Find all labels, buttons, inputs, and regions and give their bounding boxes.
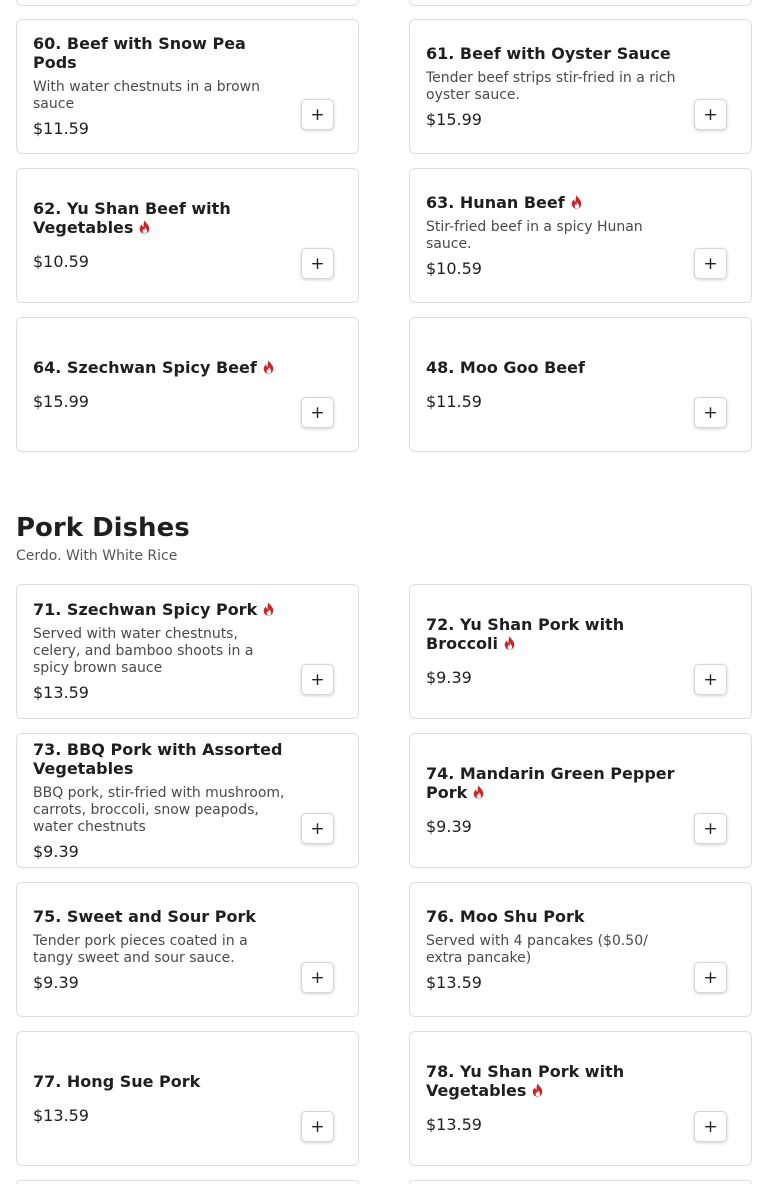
menu-item-description: BBQ pork, stir-fried with mushroom, carr… xyxy=(33,784,285,835)
menu-item-price: $10.59 xyxy=(426,258,482,278)
menu-item-price: $13.59 xyxy=(426,972,482,992)
menu-item-card[interactable]: 71. Szechwan Spicy Pork Served with wate… xyxy=(16,584,359,719)
menu-item-description: Served with 4 pancakes ($0.50/ extra pan… xyxy=(426,932,648,966)
menu-item-card[interactable]: 74. Mandarin Green Pepper Pork $9.39 + xyxy=(409,733,752,868)
menu-item-price: $15.99 xyxy=(426,109,482,129)
menu-item-description: Served with water chestnuts, celery, and… xyxy=(33,626,254,676)
add-to-cart-button[interactable]: + xyxy=(301,397,334,428)
spicy-flame-icon xyxy=(570,194,583,209)
menu-item-price: $9.39 xyxy=(426,668,472,687)
menu-item-card[interactable]: 78. Yu Shan Pork with Vegetables $13.59 … xyxy=(409,1031,752,1166)
menu-item-title: 61. Beef with Oyster Sauce xyxy=(426,43,671,63)
menu-item-card[interactable]: 73. BBQ Pork with Assorted Vegetables BB… xyxy=(16,733,359,868)
menu-item-card[interactable]: 76. Moo Shu Pork Served with 4 pancakes … xyxy=(409,882,752,1017)
menu-item-title: 77. Hong Sue Pork xyxy=(33,1071,201,1091)
spicy-flame-icon xyxy=(138,220,151,234)
spicy-flame-icon xyxy=(503,636,516,650)
add-to-cart-button[interactable]: + xyxy=(694,664,727,695)
add-to-cart-button[interactable]: + xyxy=(301,248,334,279)
menu-item-card[interactable]: 61. Beef with Oyster Sauce Tender beef s… xyxy=(409,19,752,154)
menu-item-title: 63. Hunan Beef xyxy=(426,193,681,212)
menu-item-card[interactable]: 48. Moo Goo Beef $11.59 + xyxy=(409,317,752,452)
add-to-cart-button[interactable]: + xyxy=(301,962,334,993)
spicy-flame-icon xyxy=(531,1083,544,1097)
menu-item-price: $11.59 xyxy=(426,391,482,411)
menu-item-title: 78. Yu Shan Pork with Vegetables xyxy=(426,1062,625,1100)
menu-item-price: $13.59 xyxy=(426,1115,482,1134)
menu-item-title: 76. Moo Shu Pork xyxy=(426,906,585,926)
menu-item-card[interactable]: 60. Beef with Snow Pea Pods With water c… xyxy=(16,19,359,154)
menu-item-card-partial[interactable] xyxy=(409,1180,752,1184)
menu-item-card-partial[interactable] xyxy=(16,0,359,6)
menu-item-card-partial[interactable] xyxy=(409,0,752,6)
menu-item-title: 62. Yu Shan Beef with Vegetables xyxy=(33,199,231,237)
menu-item-price: $10.59 xyxy=(33,252,89,271)
spicy-flame-icon xyxy=(262,359,275,374)
menu-item-title: 64. Szechwan Spicy Beef xyxy=(33,358,288,377)
menu-item-price: $13.59 xyxy=(33,683,89,702)
menu-item-title: 48. Moo Goo Beef xyxy=(426,357,585,377)
menu-item-description: Stir-fried beef in a spicy Hunan sauce. xyxy=(426,218,643,252)
menu-item-title: 71. Szechwan Spicy Pork xyxy=(33,600,288,619)
menu-item-card[interactable]: 63. Hunan Beef Stir-fried beef in a spic… xyxy=(409,168,752,303)
menu-item-price: $9.39 xyxy=(33,972,79,992)
menu-item-description: Tender pork pieces coated in a tangy swe… xyxy=(33,932,248,966)
section-title: Pork Dishes xyxy=(16,513,190,543)
menu-item-price: $9.39 xyxy=(426,817,472,836)
section-subtitle: Cerdo. With White Rice xyxy=(16,548,178,564)
add-to-cart-button[interactable]: + xyxy=(301,1111,334,1142)
menu-item-title: 72. Yu Shan Pork with Broccoli xyxy=(426,615,625,653)
add-to-cart-button[interactable]: + xyxy=(301,99,334,130)
menu-item-price: $15.99 xyxy=(33,391,89,411)
menu-item-card[interactable]: 64. Szechwan Spicy Beef $15.99 + xyxy=(16,317,359,452)
spicy-flame-icon xyxy=(262,602,275,616)
add-to-cart-button[interactable]: + xyxy=(301,813,334,844)
spicy-flame-icon xyxy=(472,785,485,799)
menu-item-price: $9.39 xyxy=(33,841,79,861)
menu-item-price: $13.59 xyxy=(33,1105,89,1125)
menu-item-title: 60. Beef with Snow Pea Pods xyxy=(33,34,246,72)
menu-item-title: 75. Sweet and Sour Pork xyxy=(33,906,256,926)
add-to-cart-button[interactable]: + xyxy=(694,248,727,279)
menu-item-title: 73. BBQ Pork with Assorted Vegetables xyxy=(33,739,283,778)
add-to-cart-button[interactable]: + xyxy=(301,664,334,695)
menu-item-card[interactable]: 72. Yu Shan Pork with Broccoli $9.39 + xyxy=(409,584,752,719)
menu-item-description: With water chestnuts in a brown sauce xyxy=(33,79,260,112)
menu-item-title: 74. Mandarin Green Pepper Pork xyxy=(426,764,675,802)
add-to-cart-button[interactable]: + xyxy=(694,813,727,844)
menu-item-card[interactable]: 75. Sweet and Sour Pork Tender pork piec… xyxy=(16,882,359,1017)
menu-item-card[interactable]: 77. Hong Sue Pork $13.59 + xyxy=(16,1031,359,1166)
add-to-cart-button[interactable]: + xyxy=(694,962,727,993)
add-to-cart-button[interactable]: + xyxy=(694,397,727,428)
menu-item-price: $11.59 xyxy=(33,119,89,138)
add-to-cart-button[interactable]: + xyxy=(694,99,727,130)
menu-item-card-partial[interactable] xyxy=(16,1180,359,1184)
section-header-pork: Pork Dishes Cerdo. With White Rice xyxy=(16,512,190,565)
add-to-cart-button[interactable]: + xyxy=(694,1111,727,1142)
menu-item-card[interactable]: 62. Yu Shan Beef with Vegetables $10.59 … xyxy=(16,168,359,303)
menu-item-description: Tender beef strips stir-fried in a rich … xyxy=(426,69,676,103)
